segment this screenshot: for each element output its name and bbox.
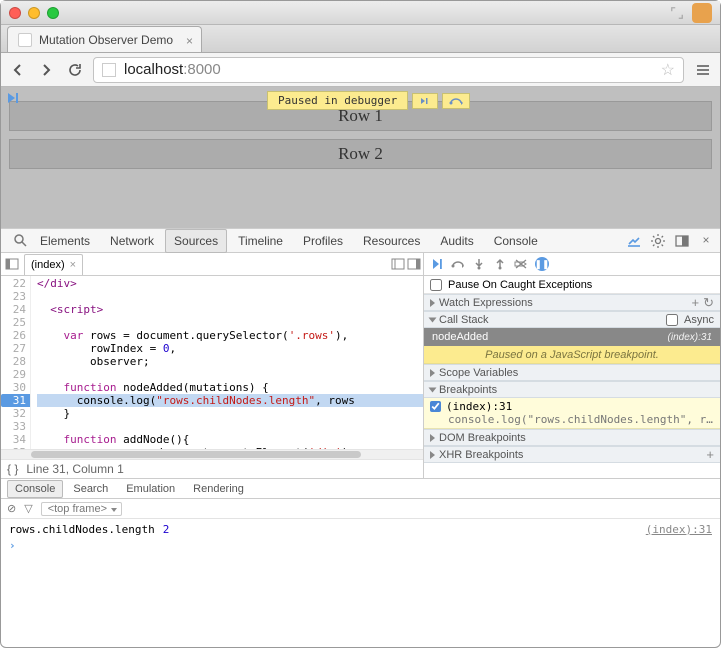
bookmark-star-icon[interactable]: ☆ bbox=[661, 60, 675, 80]
devtools-tab-profiles[interactable]: Profiles bbox=[294, 229, 352, 253]
forward-button[interactable] bbox=[37, 61, 55, 79]
tab-title: Mutation Observer Demo bbox=[39, 33, 173, 47]
drawer-tab-console[interactable]: Console bbox=[7, 480, 63, 498]
editor-status: { } Line 31, Column 1 bbox=[1, 459, 423, 478]
nav-toolbar: localhost:8000 ☆ bbox=[1, 53, 720, 87]
close-icon[interactable]: × bbox=[70, 259, 76, 271]
refresh-icon[interactable]: ↻ bbox=[703, 295, 714, 311]
page-viewport: Paused in debugger Row 1 Row 2 bbox=[1, 87, 720, 228]
add-xhr-icon[interactable]: + bbox=[706, 447, 714, 462]
format-icon[interactable]: { } bbox=[7, 462, 18, 476]
debugger-sidebar: Pause On Caught Exceptions Watch Express… bbox=[424, 276, 720, 478]
watch-section[interactable]: Watch Expressions+↻ bbox=[424, 294, 720, 311]
callstack-frame[interactable]: nodeAdded(index):31 bbox=[424, 328, 720, 346]
console-toolbar: ⊘ ▽ <top frame> bbox=[1, 499, 720, 519]
devtools-tab-elements[interactable]: Elements bbox=[31, 229, 99, 253]
async-checkbox[interactable] bbox=[666, 314, 678, 326]
drawer-tab-search[interactable]: Search bbox=[65, 480, 116, 498]
url-bar[interactable]: localhost:8000 ☆ bbox=[93, 57, 684, 83]
expand-icon[interactable] bbox=[670, 6, 684, 20]
devtools-tab-timeline[interactable]: Timeline bbox=[229, 229, 292, 253]
devtools-tab-console[interactable]: Console bbox=[485, 229, 547, 253]
console-entry: rows.childNodes.length 2 (index):31 bbox=[9, 521, 712, 537]
browser-tab[interactable]: Mutation Observer Demo × bbox=[7, 26, 202, 52]
file-tab-name: (index) bbox=[31, 259, 65, 271]
devtools-tab-sources[interactable]: Sources bbox=[165, 229, 227, 253]
extension-icon[interactable] bbox=[692, 3, 712, 23]
window-titlebar bbox=[1, 1, 720, 25]
drawer-tab-rendering[interactable]: Rendering bbox=[185, 480, 252, 498]
dock-icon[interactable] bbox=[674, 233, 690, 249]
step-out-button[interactable] bbox=[493, 257, 507, 271]
devtools-tab-network[interactable]: Network bbox=[101, 229, 163, 253]
sidebar-toggle-icon[interactable] bbox=[407, 257, 421, 271]
devtools-tabs: Elements Network Sources Timeline Profil… bbox=[1, 228, 720, 253]
horizontal-scrollbar[interactable] bbox=[1, 449, 423, 459]
pause-reason: Paused on a JavaScript breakpoint. bbox=[424, 346, 720, 364]
pause-caught-row[interactable]: Pause On Caught Exceptions bbox=[424, 276, 720, 294]
breakpoint-checkbox[interactable] bbox=[430, 401, 441, 412]
dom-breakpoints-section[interactable]: DOM Breakpoints bbox=[424, 429, 720, 446]
source-file-tab[interactable]: (index) × bbox=[24, 254, 83, 275]
devtools-tab-resources[interactable]: Resources bbox=[354, 229, 429, 253]
url-port: :8000 bbox=[183, 61, 221, 78]
callstack-section[interactable]: Call StackAsync bbox=[424, 311, 720, 328]
traffic-close[interactable] bbox=[9, 7, 21, 19]
console-src-link[interactable]: (index):31 bbox=[646, 523, 712, 536]
breakpoint-item[interactable]: (index):31 console.log("rows.childNodes.… bbox=[424, 398, 720, 429]
step-over-button[interactable] bbox=[451, 257, 465, 271]
console-output[interactable]: rows.childNodes.length 2 (index):31 › bbox=[1, 519, 720, 571]
breakpoints-section[interactable]: Breakpoints bbox=[424, 381, 720, 398]
paused-banner: Paused in debugger bbox=[267, 91, 470, 110]
url-host: localhost bbox=[124, 61, 183, 78]
toggle-drawer-icon[interactable] bbox=[626, 233, 642, 249]
sources-toolbar: (index) × ❚❚ bbox=[1, 253, 720, 276]
traffic-zoom[interactable] bbox=[47, 7, 59, 19]
xhr-breakpoints-section[interactable]: XHR Breakpoints+ bbox=[424, 446, 720, 463]
resume-button[interactable] bbox=[430, 257, 444, 271]
close-icon[interactable]: × bbox=[186, 34, 193, 48]
pause-exceptions-button[interactable]: ❚❚ bbox=[535, 257, 549, 271]
menu-button[interactable] bbox=[694, 61, 712, 79]
code-editor[interactable]: 22232425262728293031323334353637 </div> … bbox=[1, 276, 424, 478]
console-prompt[interactable]: › bbox=[9, 537, 712, 553]
banner-resume-button[interactable] bbox=[412, 93, 438, 109]
banner-step-button[interactable] bbox=[442, 93, 470, 109]
gear-icon[interactable] bbox=[650, 233, 666, 249]
frame-selector[interactable]: <top frame> bbox=[41, 502, 122, 516]
sources-panel: 22232425262728293031323334353637 </div> … bbox=[1, 276, 720, 479]
paused-label: Paused in debugger bbox=[267, 91, 408, 110]
add-watch-icon[interactable]: + bbox=[692, 295, 700, 310]
page-icon bbox=[102, 63, 116, 77]
drawer-tab-emulation[interactable]: Emulation bbox=[118, 480, 183, 498]
history-icon[interactable] bbox=[391, 257, 405, 271]
overlay-resume-icon[interactable] bbox=[5, 91, 19, 108]
favicon-icon bbox=[18, 33, 32, 47]
step-into-button[interactable] bbox=[472, 257, 486, 271]
search-icon[interactable] bbox=[13, 233, 29, 249]
deactivate-breakpoints-button[interactable] bbox=[514, 257, 528, 271]
reload-button[interactable] bbox=[65, 61, 83, 79]
devtools-tab-audits[interactable]: Audits bbox=[431, 229, 482, 253]
devtools-close-icon[interactable]: × bbox=[698, 233, 714, 249]
back-button[interactable] bbox=[9, 61, 27, 79]
clear-console-icon[interactable]: ⊘ bbox=[7, 502, 16, 515]
traffic-minimize[interactable] bbox=[28, 7, 40, 19]
scope-section[interactable]: Scope Variables bbox=[424, 364, 720, 381]
drawer-tabs: Console Search Emulation Rendering bbox=[1, 479, 720, 499]
tab-strip: Mutation Observer Demo × bbox=[1, 25, 720, 53]
pause-caught-checkbox[interactable] bbox=[430, 279, 442, 291]
filter-icon[interactable]: ▽ bbox=[24, 502, 32, 515]
breakpoint-code: console.log("rows.childNodes.length", r… bbox=[448, 413, 714, 426]
navigator-icon[interactable] bbox=[5, 257, 19, 271]
cursor-position: Line 31, Column 1 bbox=[26, 462, 123, 476]
line-gutter[interactable]: 22232425262728293031323334353637 bbox=[1, 276, 31, 449]
content-row: Row 2 bbox=[9, 139, 712, 169]
code-content[interactable]: </div> <script> var rows = document.quer… bbox=[31, 276, 423, 449]
